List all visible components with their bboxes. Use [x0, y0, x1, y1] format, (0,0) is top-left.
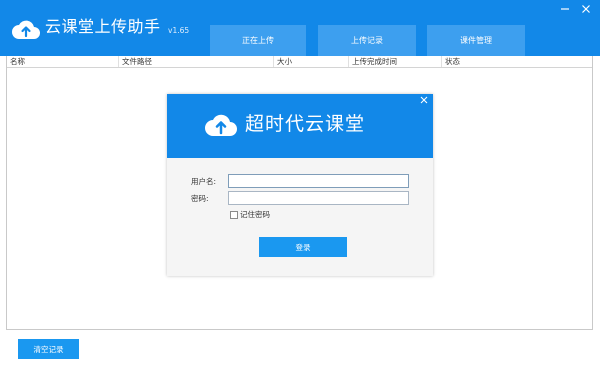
table-header: 名称 文件路径 大小 上传完成时间 状态 — [7, 56, 592, 68]
clear-records-button[interactable]: 清空记录 — [18, 339, 79, 359]
dialog-header: 超时代云课堂 — [167, 94, 433, 158]
tab-uploading[interactable]: 正在上传 — [210, 25, 306, 56]
dialog-close-button[interactable] — [418, 96, 430, 108]
minimize-icon — [561, 8, 569, 10]
username-input[interactable] — [228, 174, 409, 188]
dialog-title: 超时代云课堂 — [245, 113, 366, 135]
close-icon — [582, 5, 590, 13]
app-version: v1.65 — [168, 26, 190, 35]
password-label: 密码: — [191, 194, 209, 203]
app-title: 云课堂上传助手 — [45, 17, 161, 36]
column-header-size[interactable]: 大小 — [274, 56, 349, 67]
remember-password-checkbox[interactable] — [230, 211, 238, 219]
tab-courseware-management[interactable]: 课件管理 — [427, 25, 525, 56]
close-window-button[interactable] — [578, 4, 594, 20]
cloud-upload-icon — [205, 114, 237, 136]
password-input[interactable] — [228, 191, 409, 205]
column-header-finish-time[interactable]: 上传完成时间 — [349, 56, 442, 67]
username-label: 用户名: — [191, 177, 217, 186]
cloud-upload-icon — [12, 20, 40, 39]
close-icon — [420, 96, 428, 104]
minimize-button[interactable] — [557, 4, 573, 20]
column-header-name[interactable]: 名称 — [7, 56, 119, 67]
tab-upload-records[interactable]: 上传记录 — [318, 25, 416, 56]
title-bar: 云课堂上传助手 v1.65 正在上传 上传记录 课件管理 — [0, 0, 600, 56]
column-header-status[interactable]: 状态 — [442, 56, 587, 67]
login-button[interactable]: 登录 — [259, 237, 347, 257]
login-dialog: 超时代云课堂 用户名: 密码: 记住密码 登录 — [167, 94, 433, 276]
column-header-path[interactable]: 文件路径 — [119, 56, 274, 67]
remember-password-label: 记住密码 — [240, 210, 270, 219]
remember-password-option[interactable]: 记住密码 — [230, 210, 270, 220]
